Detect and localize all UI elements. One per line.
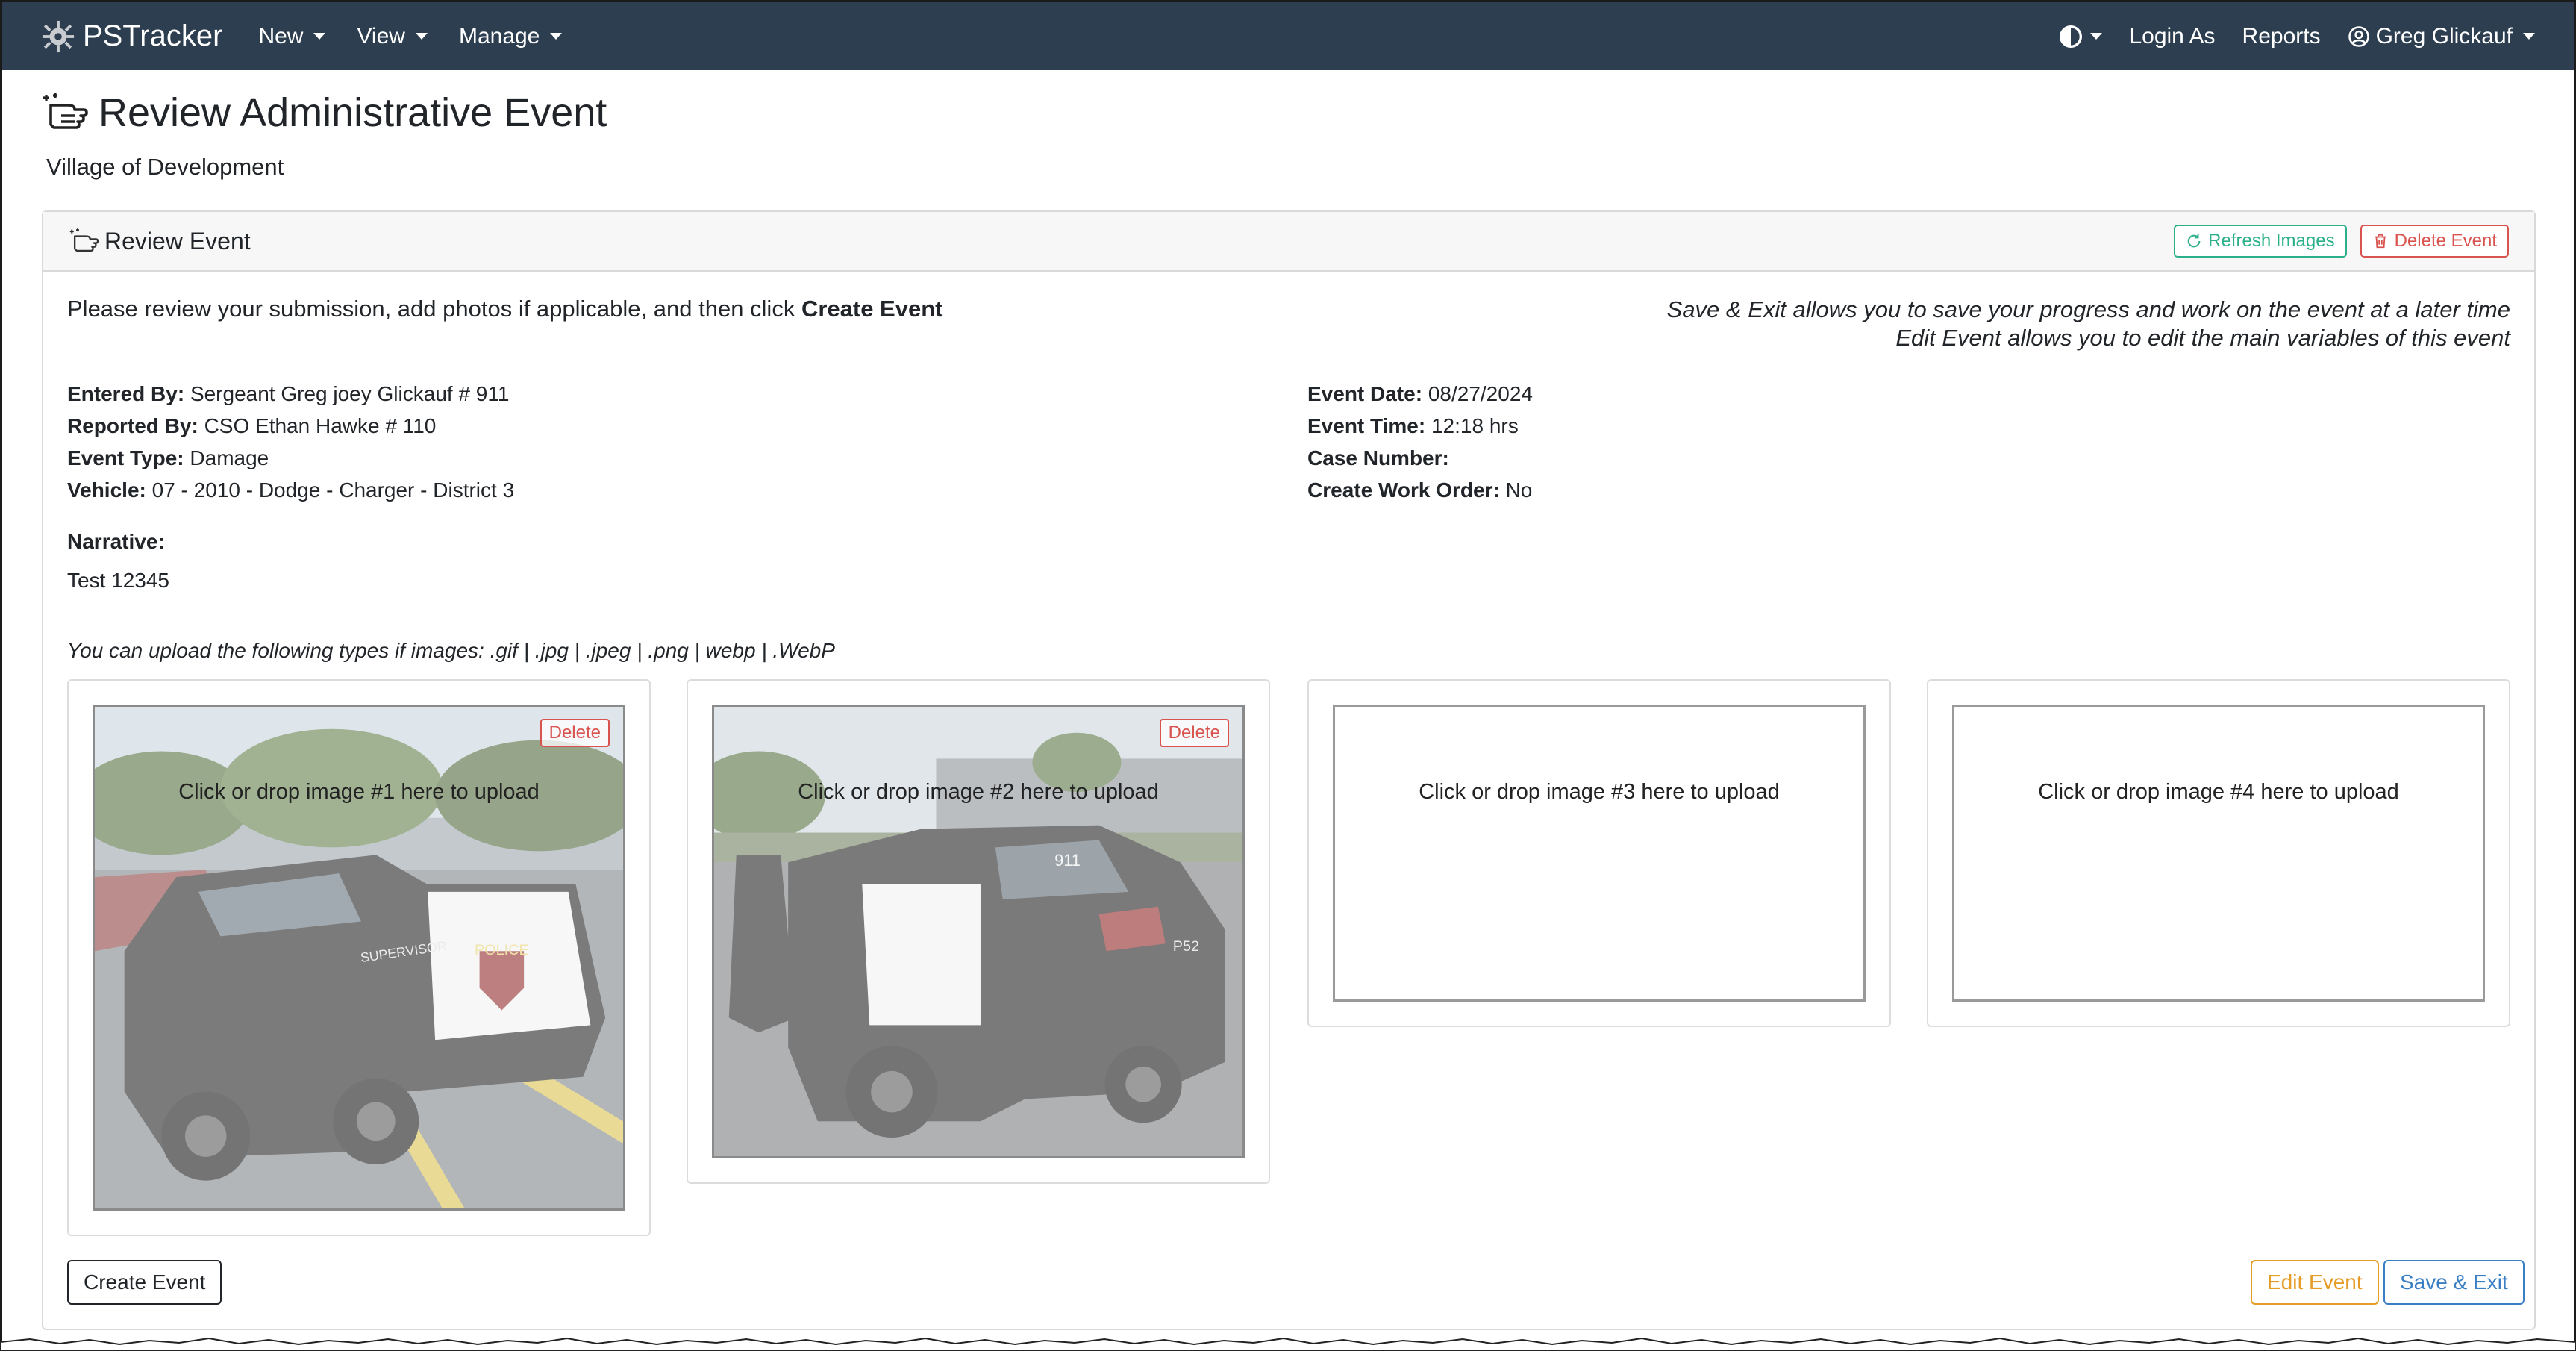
- image-dropzone-4[interactable]: Click or drop image #4 here to upload: [1952, 705, 2485, 1002]
- detail-value: No: [1505, 478, 1533, 502]
- detail-row: Vehicle: 07 - 2010 - Dodge - Charger - D…: [67, 474, 514, 506]
- detail-value: Damage: [190, 446, 269, 469]
- hand-sparkle-icon: [43, 93, 88, 129]
- brand-name: PSTracker: [83, 19, 223, 52]
- department-name: Village of Development: [46, 154, 284, 180]
- upload-types-note: You can upload the following types if im…: [67, 639, 835, 662]
- upload-tile-2: 911 P52 Click or drop image #2 here to u…: [687, 679, 1270, 1184]
- hand-sparkle-icon: [69, 228, 99, 252]
- help-text: Save & Exit allows you to save your prog…: [1667, 296, 2510, 352]
- nav-new-label: New: [258, 23, 304, 49]
- detail-value: 08/27/2024: [1428, 382, 1533, 405]
- nav-view-dropdown[interactable]: View: [357, 23, 428, 49]
- theme-toggle-dropdown[interactable]: [2059, 25, 2103, 49]
- detail-value: CSO Ethan Hawke # 110: [204, 414, 437, 437]
- login-as-link[interactable]: Login As: [2129, 24, 2215, 49]
- caret-down-icon: [2090, 33, 2103, 40]
- help-save-exit: Save & Exit allows you to save your prog…: [1666, 296, 2510, 322]
- detail-label: Create Work Order:: [1307, 478, 1500, 502]
- image-dropzone-3[interactable]: Click or drop image #3 here to upload: [1333, 705, 1866, 1002]
- image-dropzone-2[interactable]: 911 P52 Click or drop image #2 here to u…: [712, 705, 1245, 1158]
- gear-logo-icon: [42, 20, 75, 52]
- detail-label: Entered By:: [67, 382, 185, 405]
- refresh-images-button[interactable]: Refresh Images: [2174, 225, 2347, 258]
- refresh-icon: [2187, 234, 2201, 248]
- detail-value: 12:18 hrs: [1431, 414, 1519, 437]
- nav-manage-label: Manage: [458, 23, 540, 49]
- detail-value: Sergeant Greg joey Glickauf # 911: [190, 382, 510, 405]
- detail-label: Reported By:: [67, 414, 198, 437]
- detail-label: Event Time:: [1307, 414, 1426, 437]
- instruction-bold: Create Event: [801, 296, 943, 322]
- delete-image-2-button[interactable]: Delete: [1159, 719, 1229, 747]
- caret-down-icon: [313, 33, 326, 40]
- top-navbar: PSTracker New View Manage Login As Repor…: [0, 0, 2576, 70]
- refresh-images-label: Refresh Images: [2208, 231, 2335, 251]
- user-menu-dropdown[interactable]: Greg Glickauf: [2348, 24, 2535, 49]
- detail-row: Event Type: Damage: [67, 442, 514, 474]
- trash-icon: [2375, 234, 2386, 249]
- delete-event-button[interactable]: Delete Event: [2360, 225, 2509, 258]
- detail-row: Event Date: 08/27/2024: [1307, 378, 1533, 410]
- dropzone-text-2: Click or drop image #2 here to upload: [798, 780, 1159, 804]
- card-header: Review Event Refresh Images Delete Event: [43, 212, 2534, 272]
- detail-row: Create Work Order: No: [1307, 474, 1533, 506]
- dropzone-text-3: Click or drop image #3 here to upload: [1419, 780, 1780, 804]
- detail-row: Entered By: Sergeant Greg joey Glickauf …: [67, 378, 514, 410]
- detail-row: Case Number:: [1307, 442, 1533, 474]
- upload-tile-1: POLICE SUPERVISOR Click or drop image #1…: [67, 679, 651, 1236]
- detail-row: Reported By: CSO Ethan Hawke # 110: [67, 410, 514, 442]
- help-edit-event: Edit Event allows you to edit the main v…: [1895, 325, 2510, 351]
- delete-image-1-button[interactable]: Delete: [540, 719, 610, 747]
- card-header-title: Review Event: [104, 227, 251, 255]
- detail-row: Event Time: 12:18 hrs: [1307, 410, 1533, 442]
- brand[interactable]: PSTracker: [41, 19, 222, 54]
- create-event-button[interactable]: Create Event: [67, 1260, 222, 1305]
- photo-overlay: [714, 707, 1242, 1156]
- upload-tile-3: Click or drop image #3 here to upload: [1307, 679, 1891, 1027]
- delete-event-label: Delete Event: [2394, 231, 2497, 251]
- event-details-right: Event Date: 08/27/2024 Event Time: 12:18…: [1307, 378, 1533, 506]
- save-exit-button[interactable]: Save & Exit: [2383, 1260, 2525, 1305]
- event-details-left: Entered By: Sergeant Greg joey Glickauf …: [67, 378, 514, 506]
- caret-down-icon: [415, 33, 428, 40]
- review-instruction: Please review your submission, add photo…: [67, 296, 942, 322]
- page-title: Review Administrative Event: [42, 90, 607, 136]
- edit-event-button[interactable]: Edit Event: [2251, 1260, 2379, 1305]
- instruction-text: Please review your submission, add photo…: [67, 296, 801, 322]
- nav-view-label: View: [357, 23, 405, 49]
- user-circle-icon: [2348, 25, 2369, 47]
- upload-tile-4: Click or drop image #4 here to upload: [1927, 679, 2510, 1027]
- detail-label: Case Number:: [1307, 446, 1449, 469]
- detail-value: 07 - 2010 - Dodge - Charger - District 3: [151, 478, 515, 502]
- detail-label: Event Type:: [67, 446, 184, 469]
- nav-manage-dropdown[interactable]: Manage: [458, 23, 563, 49]
- caret-down-icon: [550, 33, 563, 40]
- caret-down-icon: [2523, 33, 2535, 40]
- dropzone-text-1: Click or drop image #1 here to upload: [178, 780, 540, 804]
- narrative-label: Narrative:: [67, 530, 165, 553]
- detail-label: Vehicle:: [67, 478, 146, 502]
- nav-new-dropdown[interactable]: New: [258, 23, 326, 49]
- dropzone-text-4: Click or drop image #4 here to upload: [2038, 780, 2399, 804]
- torn-edge: [0, 1337, 2576, 1351]
- detail-label: Event Date:: [1307, 382, 1423, 405]
- user-name: Greg Glickauf: [2375, 23, 2513, 49]
- image-dropzone-1[interactable]: POLICE SUPERVISOR Click or drop image #1…: [93, 705, 625, 1211]
- contrast-icon: [2060, 25, 2083, 48]
- page-title-text: Review Administrative Event: [99, 90, 607, 135]
- narrative-text: Test 12345: [67, 569, 169, 592]
- reports-link[interactable]: Reports: [2242, 24, 2321, 49]
